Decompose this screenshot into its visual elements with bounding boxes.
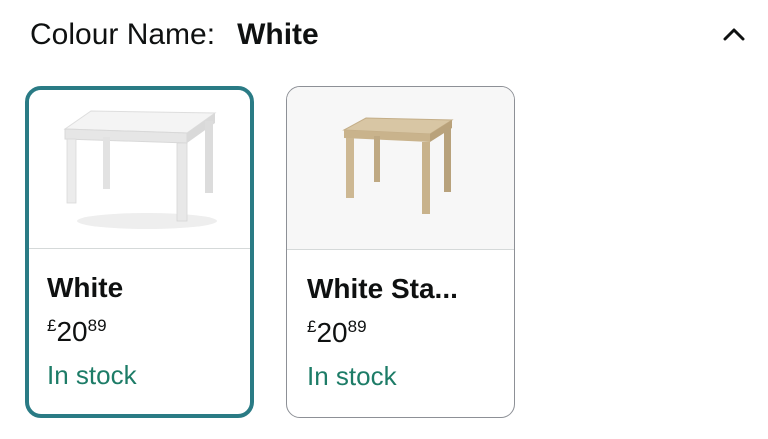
option-price: £ 20 89 [307,316,514,350]
collapse-button[interactable] [714,18,754,50]
price-fraction: 89 [87,316,107,335]
price-currency-symbol: £ [47,316,57,335]
colour-name-header: Colour Name: White [30,18,319,58]
option-name: White [47,272,124,303]
selected-colour-value: White [237,18,319,51]
price-whole: 20 [316,317,348,348]
white-side-table-image [62,110,217,229]
availability-status: In stock [47,360,137,390]
oak-side-table-image [341,117,454,214]
colour-option-white-stained[interactable]: White Sta... £ 20 89 In stock [286,86,515,418]
option-name: White Sta... [307,273,458,304]
price-currency-symbol: £ [307,317,317,336]
availability-status: In stock [307,361,397,391]
product-image-white [29,90,250,249]
price-fraction: 89 [347,317,367,336]
chevron-up-icon [723,28,745,41]
option-price: £ 20 89 [47,315,250,349]
price-whole: 20 [56,316,88,347]
colour-option-white[interactable]: White £ 20 89 In stock [25,86,254,418]
product-image-white-stained [287,87,514,250]
colour-name-label: Colour Name: [30,18,216,51]
